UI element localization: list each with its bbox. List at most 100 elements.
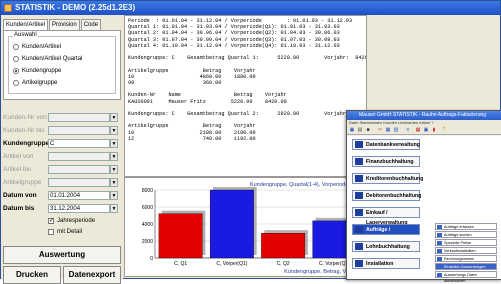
open-icon[interactable]: ▤ bbox=[357, 127, 363, 133]
menu-item-label: Datenbankverwaltung bbox=[366, 142, 420, 148]
checkbox-label: Jahresperiode bbox=[57, 218, 96, 224]
field-label: Kunden-Nr von bbox=[3, 114, 47, 121]
kunden-bis-input[interactable] bbox=[48, 126, 110, 135]
dropdown-icon[interactable]: ▼ bbox=[110, 139, 118, 148]
submenu-item[interactable]: Aufträge erfassen bbox=[435, 223, 497, 230]
tab-code[interactable]: Code bbox=[80, 19, 102, 30]
radio-label: Kunden/Artikel bbox=[22, 44, 62, 50]
menu-item-label: Kreditorenbuchhaltung bbox=[366, 176, 424, 182]
x-tick-label: C, Q1 bbox=[174, 261, 187, 267]
submenu-item-icon bbox=[437, 273, 442, 277]
menu-item-finanzbuchhaltung[interactable]: Finanzbuchhaltung bbox=[352, 156, 420, 167]
drucken-button[interactable]: Drucken bbox=[3, 266, 61, 284]
grid-icon[interactable]: ▦ bbox=[415, 127, 421, 133]
datenexport-button[interactable]: Datenexport bbox=[63, 266, 121, 284]
submenu-item[interactable]: Aufträge suchen bbox=[435, 231, 497, 238]
auswahl-title: Auswahl bbox=[13, 32, 38, 38]
kundengruppe-input[interactable]: C bbox=[48, 139, 110, 148]
left-panel: Kunden/Artikel Provision Code Auswahl Ku… bbox=[1, 15, 123, 284]
menu-item-debitorenbuchhaltung[interactable]: Debitorenbuchhaltung bbox=[352, 190, 422, 201]
dropdown-icon[interactable]: ▼ bbox=[110, 204, 118, 213]
help-icon[interactable]: ? bbox=[441, 127, 447, 133]
chart-icon[interactable]: ▮ bbox=[431, 127, 437, 133]
tab-strip: Kunden/Artikel Provision Code bbox=[3, 19, 102, 30]
radio-kunden-artikel[interactable]: Kunden/Artikel bbox=[13, 44, 61, 50]
radio-label: Kundengruppe bbox=[22, 68, 62, 74]
submenu-item-label: Verkaufsstatistiken bbox=[444, 249, 476, 253]
tab-provision[interactable]: Provision bbox=[49, 19, 80, 30]
submenu-item[interactable]: Spezielle Preise bbox=[435, 239, 497, 246]
menu-item-label: Finanzbuchhaltung bbox=[366, 159, 414, 165]
menu-item-datenbankverwaltung[interactable]: Datenbankverwaltung bbox=[352, 139, 420, 150]
list-icon[interactable]: ≡ bbox=[405, 127, 411, 133]
radio-dot bbox=[13, 80, 19, 86]
field-row-artikel-von: Artikel von ▼ bbox=[3, 152, 118, 161]
menu-item-installation[interactable]: Installation bbox=[352, 258, 420, 269]
field-row-kunden-bis: Kunden-Nr bis ▼ bbox=[3, 126, 118, 135]
artikel-von-input[interactable] bbox=[48, 152, 110, 161]
kunden-von-input[interactable] bbox=[48, 113, 110, 122]
radio-kundengruppe[interactable]: Kundengruppe bbox=[13, 68, 61, 74]
field-label: Datum bis bbox=[3, 205, 35, 212]
dropdown-icon[interactable]: ▼ bbox=[110, 165, 118, 174]
y-tick-label: 6000 bbox=[142, 205, 153, 211]
main-menu-title-bar[interactable]: Mauser GmbH STATISTIK - Rauhe Auftrags-F… bbox=[347, 111, 501, 120]
new-file-icon[interactable]: ▣ bbox=[349, 127, 355, 133]
report-text: Periode : 01.01.04 - 31.12.04 / Vorperio… bbox=[128, 18, 366, 142]
save-icon[interactable]: ■ bbox=[365, 127, 371, 133]
bar bbox=[158, 213, 203, 259]
submenu-item-label: Aufträge suchen bbox=[444, 233, 472, 237]
submenu-item[interactable]: Rechnungswesen bbox=[435, 255, 497, 262]
cut-icon[interactable]: ✂ bbox=[377, 127, 383, 133]
datum-von-input[interactable]: 01.01.2004 bbox=[48, 191, 110, 200]
field-label: Datum von bbox=[3, 192, 37, 199]
dropdown-icon[interactable]: ▼ bbox=[110, 191, 118, 200]
submenu-item[interactable]: Verkaufsstatistiken bbox=[435, 247, 497, 254]
mit-detail-checkbox[interactable]: mit Detail bbox=[48, 229, 82, 235]
report-icon[interactable]: ▣ bbox=[423, 127, 429, 133]
main-menu-title: Mauser GmbH STATISTIK - Rauhe Auftrags-F… bbox=[359, 112, 487, 118]
checkbox-label: mit Detail bbox=[57, 229, 83, 235]
menu-item-aufträge-fakturierung[interactable]: Aufträge / Fakturierung bbox=[352, 224, 420, 243]
app-icon bbox=[4, 4, 12, 12]
field-row-artikel-bis: Artikel bis ▼ bbox=[3, 165, 118, 174]
auswertung-button[interactable]: Auswertung bbox=[3, 246, 121, 264]
menu-item-label: Debitorenbuchhaltung bbox=[366, 193, 422, 199]
artikelgruppe-input[interactable] bbox=[48, 178, 110, 187]
dropdown-icon[interactable]: ▼ bbox=[110, 113, 118, 122]
main-menu-body: Datenbankverwaltung Finanzbuchhaltung Kred… bbox=[347, 136, 501, 283]
field-label: Kunden-Nr bis bbox=[3, 127, 45, 134]
submenu-item-label: Einstellen Auswertungen bbox=[444, 265, 486, 269]
submenu-item-icon bbox=[437, 241, 442, 245]
tab-panel: Auswahl Kunden/Artikel Kunden/Artikel Qu… bbox=[3, 30, 121, 100]
chart-svg: Kundengruppe, Quartal(1-4), Vorperiode(1… bbox=[142, 182, 360, 275]
menu-item-einkauf-lagerverwaltung[interactable]: Einkauf / Lagerverwaltung bbox=[352, 207, 420, 226]
submenu-item[interactable]: Einstellen Auswertungen bbox=[435, 263, 497, 270]
dropdown-icon[interactable]: ▼ bbox=[110, 126, 118, 135]
menu-item-lohnbuchhaltung[interactable]: Lohnbuchhaltung bbox=[352, 241, 420, 252]
main-menu-toolbar: ▣ ▤ ■ ✂ ▦ ▥ ≡ ▦ ▣ ▮ ? bbox=[347, 126, 501, 135]
copy-icon[interactable]: ▦ bbox=[385, 127, 391, 133]
report-text-area[interactable]: Periode : 01.01.04 - 31.12.04 / Vorperio… bbox=[124, 15, 367, 177]
title-bar[interactable]: STATISTIK - DEMO (2.25d1.2E3) bbox=[1, 1, 500, 15]
radio-kunden-artikel-quartal[interactable]: Kunden/Artikel Quartal bbox=[13, 56, 82, 62]
tab-kunden-artikel[interactable]: Kunden/Artikel bbox=[3, 19, 49, 30]
field-label: Artikel bis bbox=[3, 166, 32, 173]
x-tick-label: C, Q2 bbox=[277, 261, 290, 267]
bar bbox=[261, 233, 306, 259]
field-row-datum-von: Datum von 01.01.2004 ▼ bbox=[3, 191, 118, 200]
dropdown-icon[interactable]: ▼ bbox=[110, 152, 118, 161]
paste-icon[interactable]: ▥ bbox=[393, 127, 399, 133]
datum-bis-input[interactable]: 31.12.2004 bbox=[48, 204, 110, 213]
radio-artikelgruppe[interactable]: Artikelgruppe bbox=[13, 80, 57, 86]
chart-title: Kundengruppe, Quartal(1-4), Vorperiode(1… bbox=[250, 182, 360, 188]
radio-label: Kunden/Artikel Quartal bbox=[22, 56, 83, 62]
menu-item-icon bbox=[355, 175, 363, 182]
main-menu-window: Mauser GmbH STATISTIK - Rauhe Auftrags-F… bbox=[346, 110, 501, 283]
menu-item-kreditorenbuchhaltung[interactable]: Kreditorenbuchhaltung bbox=[352, 173, 424, 184]
menu-item-icon bbox=[355, 141, 363, 148]
submenu-item[interactable]: Auswertungs Daten aktualisieren bbox=[435, 271, 497, 283]
artikel-bis-input[interactable] bbox=[48, 165, 110, 174]
jahresperiode-checkbox[interactable]: ✓ Jahresperiode bbox=[48, 218, 95, 224]
dropdown-icon[interactable]: ▼ bbox=[110, 178, 118, 187]
